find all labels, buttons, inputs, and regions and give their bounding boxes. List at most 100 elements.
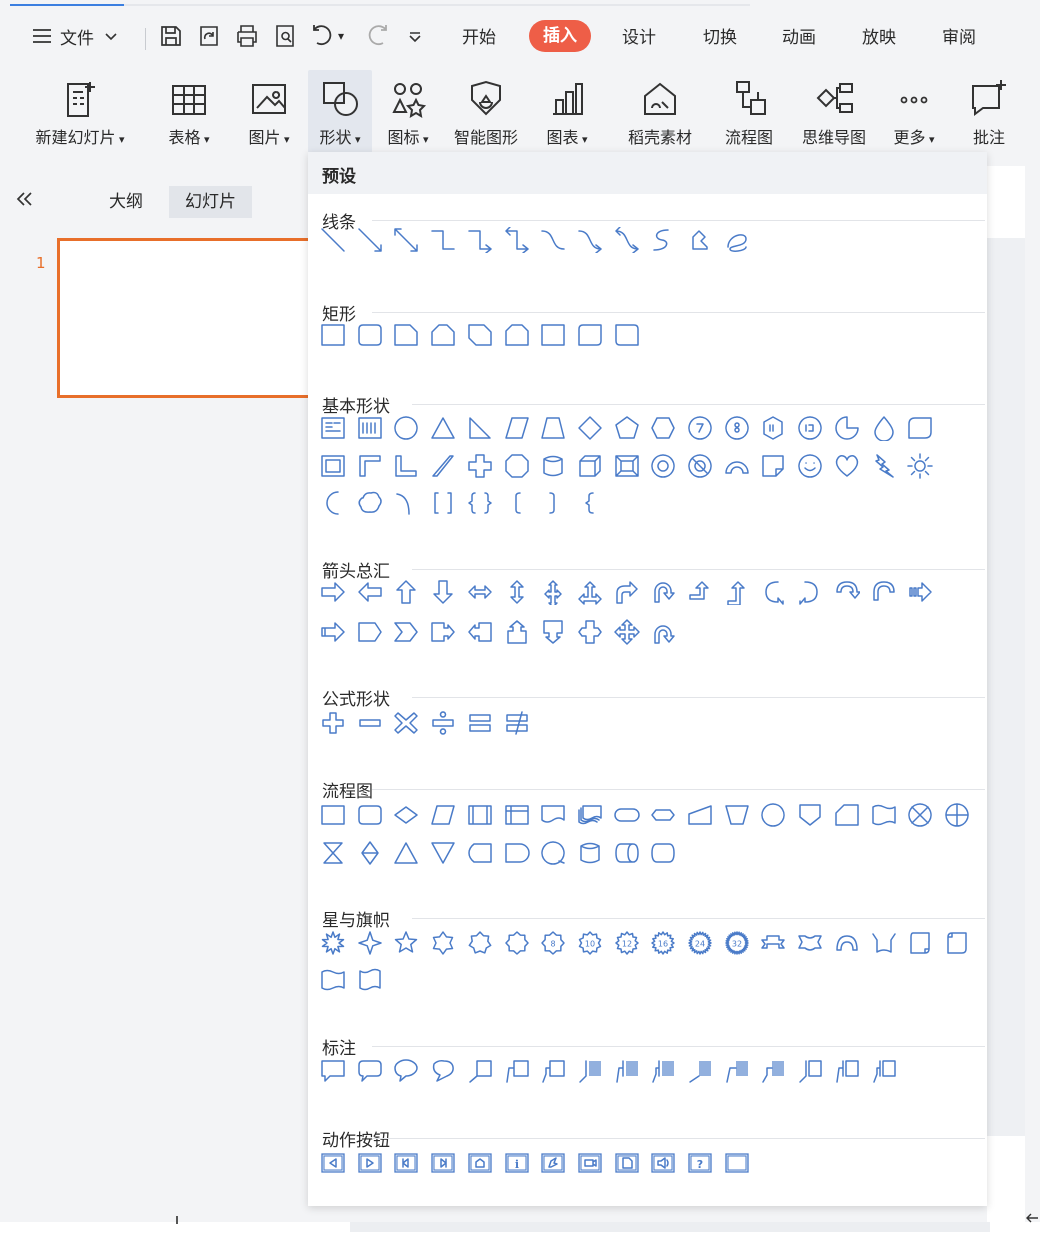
shape-option[interactable] bbox=[504, 415, 530, 441]
ribbon-button-7[interactable]: 图表 ▾ bbox=[538, 70, 596, 154]
ribbon-button-1[interactable]: 新建幻灯片 ▾ bbox=[24, 70, 136, 154]
shape-option[interactable] bbox=[504, 490, 530, 516]
shape-option[interactable] bbox=[467, 490, 493, 516]
shape-option[interactable] bbox=[467, 840, 493, 866]
shape-option[interactable] bbox=[540, 322, 566, 348]
shape-option[interactable] bbox=[577, 227, 603, 253]
shape-option[interactable] bbox=[320, 415, 346, 441]
shape-option[interactable] bbox=[504, 1058, 530, 1084]
shape-option[interactable] bbox=[834, 930, 860, 956]
shape-option[interactable] bbox=[650, 1150, 676, 1176]
shape-option[interactable] bbox=[540, 840, 566, 866]
ribbon-button-5[interactable]: 图标 ▾ bbox=[380, 70, 436, 154]
tab-5[interactable]: 动画 bbox=[782, 22, 816, 54]
shape-option[interactable] bbox=[540, 227, 566, 253]
shape-option[interactable] bbox=[504, 579, 530, 605]
ribbon-button-2[interactable]: 表格 ▾ bbox=[160, 70, 218, 154]
shape-option[interactable] bbox=[577, 415, 603, 441]
ribbon-button-12[interactable]: 批注 bbox=[960, 70, 1018, 154]
shape-option[interactable] bbox=[650, 227, 676, 253]
shape-option[interactable] bbox=[760, 1058, 786, 1084]
shape-option[interactable] bbox=[834, 802, 860, 828]
shape-option[interactable] bbox=[907, 415, 933, 441]
shape-option[interactable] bbox=[577, 802, 603, 828]
tab-slides[interactable]: 幻灯片 bbox=[169, 186, 252, 218]
shape-option[interactable] bbox=[430, 802, 456, 828]
shape-option[interactable] bbox=[650, 453, 676, 479]
tab-1[interactable]: 开始 bbox=[462, 22, 496, 54]
shape-option[interactable] bbox=[357, 1150, 383, 1176]
shape-option[interactable] bbox=[871, 415, 897, 441]
shape-option[interactable] bbox=[760, 415, 786, 441]
shape-option[interactable] bbox=[540, 1058, 566, 1084]
shape-option[interactable] bbox=[357, 227, 383, 253]
shape-option[interactable] bbox=[504, 840, 530, 866]
shape-option[interactable] bbox=[357, 840, 383, 866]
shape-option[interactable] bbox=[614, 1150, 640, 1176]
shape-option[interactable] bbox=[797, 802, 823, 828]
shape-option[interactable] bbox=[834, 1058, 860, 1084]
shape-option[interactable] bbox=[614, 579, 640, 605]
shape-option[interactable] bbox=[357, 710, 383, 736]
shape-option[interactable] bbox=[650, 415, 676, 441]
shape-option[interactable]: 16 bbox=[650, 930, 676, 956]
tab-3[interactable]: 设计 bbox=[622, 22, 656, 54]
shape-option[interactable] bbox=[614, 453, 640, 479]
shape-option[interactable]: 32 bbox=[724, 930, 750, 956]
file-menu-button[interactable]: 文件 bbox=[30, 22, 120, 50]
shape-option[interactable] bbox=[760, 930, 786, 956]
shape-option[interactable] bbox=[467, 710, 493, 736]
shape-option[interactable] bbox=[393, 227, 419, 253]
shape-option[interactable] bbox=[797, 579, 823, 605]
tab-2[interactable]: 插入 bbox=[529, 20, 591, 52]
ribbon-button-10[interactable]: 思维导图 bbox=[792, 70, 876, 154]
shape-option[interactable] bbox=[430, 453, 456, 479]
print-preview-button[interactable] bbox=[272, 22, 298, 50]
arrow-left-icon[interactable] bbox=[1024, 1210, 1040, 1226]
ribbon-button-8[interactable]: 稻壳素材 bbox=[618, 70, 702, 154]
shape-option[interactable] bbox=[834, 579, 860, 605]
slide-thumbnail[interactable] bbox=[57, 238, 317, 398]
slide-canvas[interactable] bbox=[987, 166, 1025, 1222]
shape-option[interactable] bbox=[540, 802, 566, 828]
shape-option[interactable] bbox=[430, 710, 456, 736]
shape-option[interactable] bbox=[504, 710, 530, 736]
shape-option[interactable] bbox=[907, 802, 933, 828]
shape-option[interactable] bbox=[540, 579, 566, 605]
shape-option[interactable] bbox=[687, 1058, 713, 1084]
shape-option[interactable] bbox=[687, 453, 713, 479]
shape-option[interactable] bbox=[724, 579, 750, 605]
shape-option[interactable] bbox=[797, 453, 823, 479]
ribbon-button-3[interactable]: 图片 ▾ bbox=[238, 70, 300, 154]
shape-option[interactable] bbox=[320, 227, 346, 253]
shape-option[interactable] bbox=[320, 322, 346, 348]
shape-option[interactable] bbox=[430, 840, 456, 866]
shape-option[interactable] bbox=[577, 840, 603, 866]
tab-6[interactable]: 放映 bbox=[862, 22, 896, 54]
shape-option[interactable] bbox=[430, 1150, 456, 1176]
shape-option[interactable] bbox=[320, 840, 346, 866]
shape-option[interactable] bbox=[540, 619, 566, 645]
shape-option[interactable] bbox=[467, 802, 493, 828]
shape-option[interactable] bbox=[650, 619, 676, 645]
shape-option[interactable] bbox=[467, 322, 493, 348]
shape-option[interactable] bbox=[467, 227, 493, 253]
shape-option[interactable]: 10 bbox=[577, 930, 603, 956]
shape-option[interactable]: 24 bbox=[687, 930, 713, 956]
shape-option[interactable] bbox=[907, 453, 933, 479]
ribbon-button-6[interactable]: 智能图形 bbox=[444, 70, 528, 154]
shape-option[interactable] bbox=[577, 579, 603, 605]
shape-option[interactable] bbox=[357, 453, 383, 479]
tab-4[interactable]: 切换 bbox=[703, 22, 737, 54]
shape-option[interactable] bbox=[467, 1058, 493, 1084]
shape-option[interactable] bbox=[540, 453, 566, 479]
tab-outline[interactable]: 大纲 bbox=[93, 186, 159, 218]
shape-option[interactable] bbox=[467, 1150, 493, 1176]
shape-option[interactable] bbox=[430, 930, 456, 956]
shape-option[interactable] bbox=[613, 619, 640, 645]
shape-option[interactable] bbox=[797, 1058, 823, 1084]
shape-option[interactable] bbox=[650, 1058, 676, 1084]
collapse-panel-button[interactable] bbox=[14, 188, 36, 214]
shape-option[interactable] bbox=[504, 802, 530, 828]
shape-option[interactable] bbox=[871, 453, 897, 479]
